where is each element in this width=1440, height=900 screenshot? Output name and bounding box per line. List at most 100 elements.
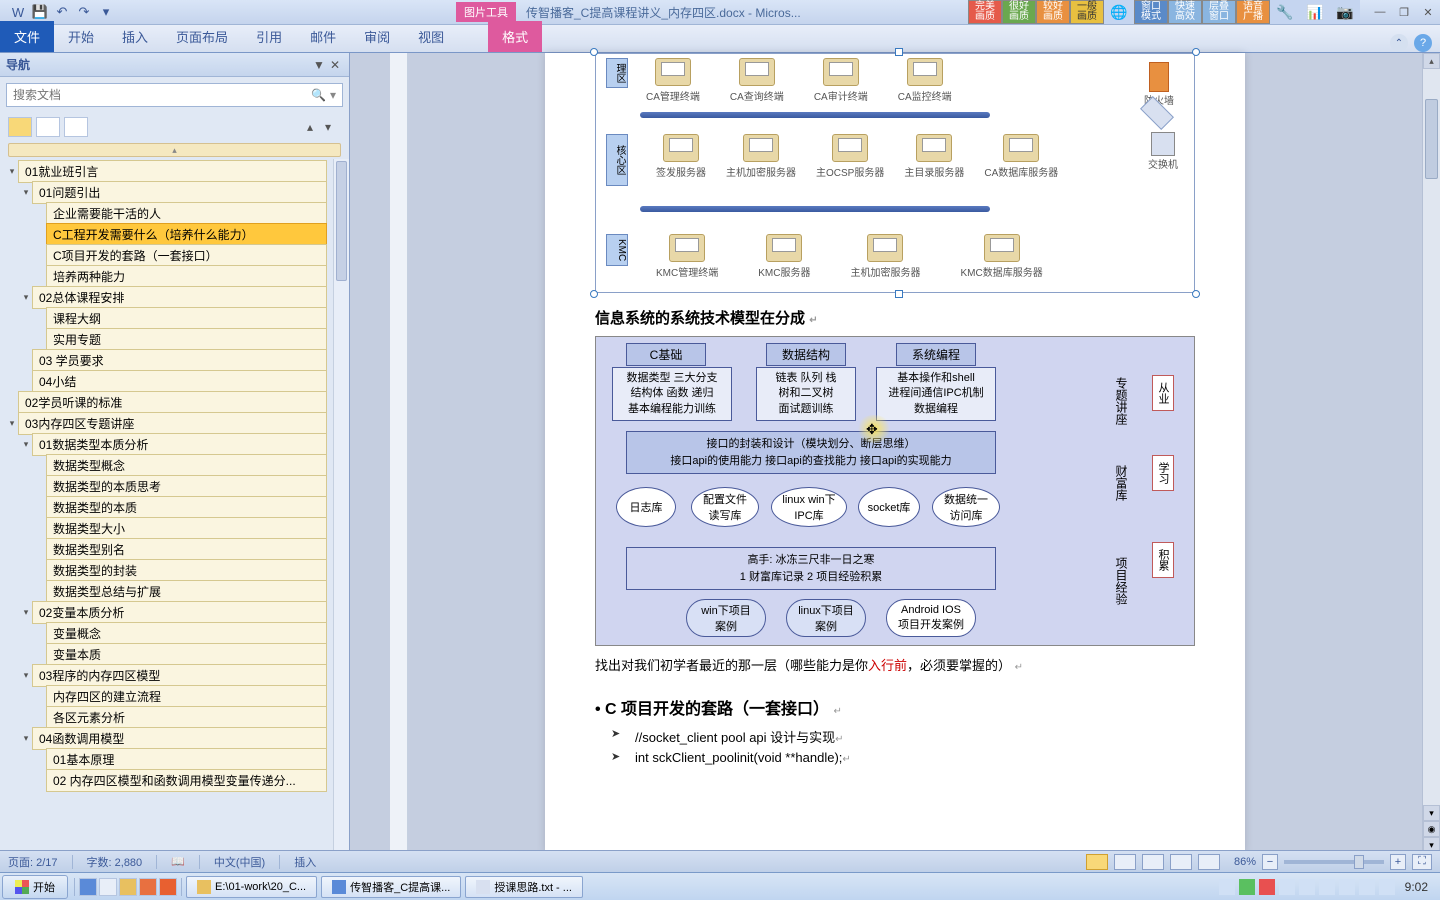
badge-cascade[interactable]: 层叠 窗口 [1202,0,1236,24]
ql-ie-icon[interactable] [79,878,97,896]
view-outline[interactable] [1170,854,1192,870]
task-notepad[interactable]: 授课思路.txt - ... [465,876,583,898]
zoom-percent[interactable]: 86% [1234,856,1256,868]
zoom-in-icon[interactable]: + [1390,854,1406,870]
tab-insert[interactable]: 插入 [108,21,162,52]
nav-caret-icon[interactable]: ▾ [20,607,32,618]
nav-item-25[interactable]: 内存四区的建立流程 [2,686,327,707]
nav-item-2[interactable]: 企业需要能干活的人 [2,203,327,224]
doc-scrollbar[interactable]: ▴ ▾ ◉ ▾ [1422,53,1440,853]
nav-caret-icon[interactable]: ▾ [20,670,32,681]
search-input[interactable] [13,88,311,102]
nav-caret-icon[interactable]: ▾ [6,166,18,177]
tray-icon-6[interactable] [1319,879,1335,895]
ql-firefox-icon[interactable] [159,878,177,896]
badge-tool3-icon[interactable]: 📷 [1330,0,1360,24]
nav-item-13[interactable]: ▾01数据类型本质分析 [2,434,327,455]
nav-next-icon[interactable]: ▾ [325,120,341,134]
nav-collapse-bar[interactable]: ▴ [8,143,341,157]
nav-item-26[interactable]: 各区元素分析 [2,707,327,728]
tray-icon-8[interactable] [1359,879,1375,895]
view-print-layout[interactable] [1086,854,1108,870]
view-full-screen[interactable] [1114,854,1136,870]
minimize-icon[interactable]: — [1368,3,1392,21]
nav-item-11[interactable]: 02学员听课的标准 [2,392,327,413]
nav-caret-icon[interactable]: ▾ [20,439,32,450]
object-prev-icon[interactable]: ◉ [1423,821,1440,837]
nav-dropdown-icon[interactable]: ▼ [311,57,327,73]
badge-globe-icon[interactable]: 🌐 [1104,0,1134,24]
clock[interactable]: 9:02 [1399,880,1434,894]
nav-item-14[interactable]: 数据类型概念 [2,455,327,476]
tab-references[interactable]: 引用 [242,21,296,52]
tray-icon-2[interactable] [1239,879,1255,895]
nav-item-3[interactable]: C工程开发需要什么（培养什么能力） [2,224,327,245]
badge-better[interactable]: 较好 画质 [1036,0,1070,24]
badge-window[interactable]: 窗口 模式 [1134,0,1168,24]
nav-item-19[interactable]: 数据类型的封装 [2,560,327,581]
task-explorer[interactable]: E:\01-work\20_C... [186,876,317,898]
nav-scroll-thumb[interactable] [336,161,347,281]
ribbon-minimize-icon[interactable]: ⌃ [1390,34,1408,52]
tray-icon-7[interactable] [1339,879,1355,895]
nav-item-20[interactable]: 数据类型总结与扩展 [2,581,327,602]
save-icon[interactable]: 💾 [30,3,50,21]
help-icon[interactable]: ? [1414,34,1432,52]
nav-item-1[interactable]: ▾01问题引出 [2,182,327,203]
nav-caret-icon[interactable]: ▾ [20,292,32,303]
start-button[interactable]: 开始 [2,875,68,899]
badge-tool2-icon[interactable]: 📊 [1300,0,1330,24]
badge-fast[interactable]: 快速 高效 [1168,0,1202,24]
undo-icon[interactable]: ↶ [52,3,72,21]
nav-prev-icon[interactable]: ▴ [307,120,323,134]
status-words[interactable]: 字数: 2,880 [87,854,143,870]
zoom-out-icon[interactable]: − [1262,854,1278,870]
architecture-diagram[interactable]: C基础 数据结构 系统编程 数据类型 三大分支 结构体 函数 递归 基本编程能力… [595,336,1195,646]
nav-item-8[interactable]: 实用专题 [2,329,327,350]
tab-mailings[interactable]: 邮件 [296,21,350,52]
tray-icon-1[interactable] [1219,879,1235,895]
badge-perfect[interactable]: 完美 画质 [968,0,1002,24]
nav-item-9[interactable]: 03 学员要求 [2,350,327,371]
badge-voice[interactable]: 语音 广播 [1236,0,1270,24]
nav-item-12[interactable]: ▾03内存四区专题讲座 [2,413,327,434]
nav-item-17[interactable]: 数据类型大小 [2,518,327,539]
nav-item-15[interactable]: 数据类型的本质思考 [2,476,327,497]
nav-item-0[interactable]: ▾01就业班引言 [2,161,327,182]
badge-normal[interactable]: 一般 画质 [1070,0,1104,24]
nav-item-18[interactable]: 数据类型别名 [2,539,327,560]
nav-item-10[interactable]: 04小结 [2,371,327,392]
status-page[interactable]: 页面: 2/17 [8,854,58,870]
nav-search[interactable]: 🔍 ▾ [6,83,343,107]
zoom-slider[interactable] [1284,860,1384,864]
tab-format[interactable]: 格式 [488,21,542,52]
search-dropdown-icon[interactable]: ▾ [330,88,336,102]
nav-caret-icon[interactable]: ▾ [6,418,18,429]
nav-item-7[interactable]: 课程大纲 [2,308,327,329]
close-icon[interactable]: ✕ [1416,3,1440,21]
nav-item-28[interactable]: 01基本原理 [2,749,327,770]
qat-dropdown-icon[interactable]: ▾ [96,3,116,21]
badge-tool1-icon[interactable]: 🔧 [1270,0,1300,24]
redo-icon[interactable]: ↷ [74,3,94,21]
doc-scroll-thumb[interactable] [1425,99,1438,179]
nav-item-27[interactable]: ▾04函数调用模型 [2,728,327,749]
nav-item-24[interactable]: ▾03程序的内存四区模型 [2,665,327,686]
task-word[interactable]: 传智播客_C提高课... [321,876,461,898]
status-mode[interactable]: 插入 [294,854,316,870]
scroll-down-icon[interactable]: ▾ [1423,805,1440,821]
status-proof-icon[interactable]: 📖 [171,855,185,868]
nav-item-6[interactable]: ▾02总体课程安排 [2,287,327,308]
nav-view-headings[interactable] [8,117,32,137]
badge-good[interactable]: 很好 画质 [1002,0,1036,24]
nav-scrollbar[interactable] [333,159,349,853]
scroll-up-icon[interactable]: ▴ [1423,53,1440,69]
nav-close-icon[interactable]: ✕ [327,57,343,73]
tray-volume-icon[interactable] [1379,879,1395,895]
search-icon[interactable]: 🔍 [311,88,326,102]
tab-layout[interactable]: 页面布局 [162,21,242,52]
vertical-ruler[interactable] [390,53,408,853]
ql-explorer-icon[interactable] [119,878,137,896]
nav-view-results[interactable] [64,117,88,137]
ql-desktop-icon[interactable] [99,878,117,896]
